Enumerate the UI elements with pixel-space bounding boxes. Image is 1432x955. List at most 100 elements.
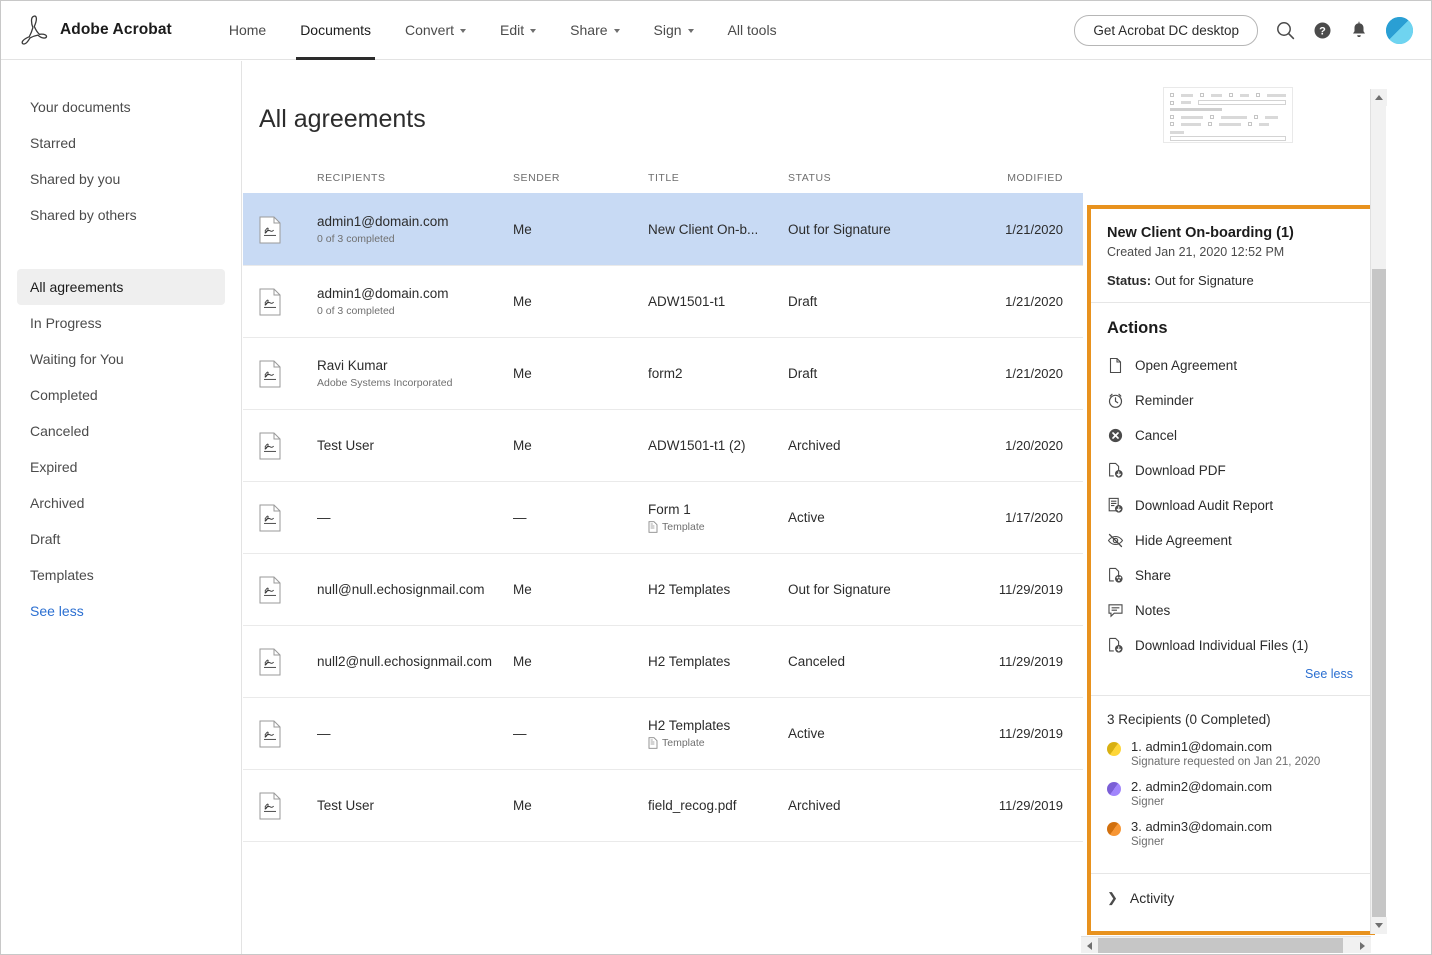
nav-item-all-tools[interactable]: All tools: [711, 1, 794, 60]
row-doc-icon-cell: [259, 360, 317, 388]
row-doc-icon-cell: [259, 504, 317, 532]
action-label: Hide Agreement: [1135, 533, 1232, 548]
notifications-icon[interactable]: [1350, 21, 1368, 40]
action-share[interactable]: Share: [1107, 558, 1355, 593]
actions-see-less-link[interactable]: See less: [1107, 667, 1355, 681]
sidebar-item-canceled[interactable]: Canceled: [17, 413, 225, 449]
nav-item-convert[interactable]: Convert: [388, 1, 483, 60]
horizontal-scrollbar[interactable]: [1081, 936, 1371, 953]
recipient-subtext: Adobe Systems Incorporated: [317, 377, 453, 389]
nav-item-documents[interactable]: Documents: [283, 1, 388, 60]
row-title-cell: ADW1501-t1 (2): [648, 438, 788, 453]
nav-item-home[interactable]: Home: [212, 1, 283, 60]
chevron-down-icon: [530, 29, 537, 33]
recipient-item[interactable]: 2. admin2@domain.com Signer: [1107, 779, 1355, 808]
sidebar-item-label: Completed: [30, 387, 98, 403]
sidebar-item-shared-by-others[interactable]: Shared by others: [17, 197, 225, 233]
activity-section-toggle[interactable]: ❯ Activity: [1091, 873, 1371, 922]
nav-label: Edit: [500, 22, 525, 38]
help-icon[interactable]: ?: [1313, 21, 1332, 40]
vertical-scrollbar-thumb[interactable]: [1372, 269, 1386, 924]
template-icon: [648, 521, 658, 533]
table-row[interactable]: — — H2 Templates Template Active 11/29/2…: [243, 697, 1083, 769]
table-row[interactable]: Test User Me ADW1501-t1 (2) Archived 1/2…: [243, 409, 1083, 481]
scroll-up-button[interactable]: [1371, 89, 1387, 106]
action-download-pdf[interactable]: Download PDF: [1107, 453, 1355, 488]
action-notes[interactable]: Notes: [1107, 593, 1355, 628]
column-header-status[interactable]: STATUS: [788, 172, 964, 184]
recipient-name: 1. admin1@domain.com: [1131, 739, 1273, 754]
sidebar-item-waiting-for-you[interactable]: Waiting for You: [17, 341, 225, 377]
get-acrobat-desktop-button[interactable]: Get Acrobat DC desktop: [1074, 14, 1258, 46]
user-avatar[interactable]: [1386, 16, 1413, 44]
row-recipients-cell: —: [317, 510, 513, 525]
row-title-cell: H2 Templates Template: [648, 718, 788, 749]
recipient-name: 3. admin3@domain.com: [1131, 819, 1273, 834]
agreement-title-text: ADW1501-t1 (2): [648, 438, 746, 453]
signed-document-icon: [259, 360, 281, 387]
table-row[interactable]: — — Form 1 Template Active 1/17/2020: [243, 481, 1083, 553]
row-doc-icon-cell: [259, 216, 317, 244]
sidebar-item-templates[interactable]: Templates: [17, 557, 225, 593]
sidebar-item-label: Draft: [30, 531, 61, 547]
horizontal-scrollbar-thumb[interactable]: [1098, 938, 1343, 953]
triangle-left-icon: [1087, 941, 1092, 950]
agreement-title-text: form2: [648, 366, 683, 381]
sidebar-item-your-documents[interactable]: Your documents: [17, 89, 225, 125]
action-download-audit-report[interactable]: Download Audit Report: [1107, 488, 1355, 523]
sidebar-item-in-progress[interactable]: In Progress: [17, 305, 225, 341]
sidebar-item-archived[interactable]: Archived: [17, 485, 225, 521]
search-icon[interactable]: [1276, 21, 1295, 40]
column-header-modified[interactable]: MODIFIED: [964, 172, 1069, 184]
nav-item-share[interactable]: Share: [553, 1, 636, 60]
action-cancel[interactable]: Cancel: [1107, 418, 1355, 453]
table-row[interactable]: admin1@domain.com 0 of 3 completed Me Ne…: [243, 193, 1083, 265]
table-row[interactable]: Test User Me field_recog.pdf Archived 11…: [243, 769, 1083, 841]
recipients-list: 1. admin1@domain.com Signature requested…: [1107, 739, 1355, 848]
scroll-down-button[interactable]: [1371, 917, 1387, 934]
table-row[interactable]: null@null.echosignmail.com Me H2 Templat…: [243, 553, 1083, 625]
column-header-sender[interactable]: SENDER: [513, 172, 648, 184]
sidebar-item-draft[interactable]: Draft: [17, 521, 225, 557]
vertical-scrollbar[interactable]: [1370, 89, 1387, 934]
column-header-recipients[interactable]: RECIPIENTS: [317, 172, 513, 184]
thumb-checkbox: [1210, 115, 1214, 119]
signed-document-icon: [259, 720, 281, 747]
sidebar-item-label: In Progress: [30, 315, 102, 331]
brand[interactable]: Adobe Acrobat: [19, 14, 172, 46]
recipient-item[interactable]: 1. admin1@domain.com Signature requested…: [1107, 739, 1355, 768]
action-open-agreement[interactable]: Open Agreement: [1107, 348, 1355, 383]
table-row[interactable]: null2@null.echosignmail.com Me H2 Templa…: [243, 625, 1083, 697]
nav-item-edit[interactable]: Edit: [483, 1, 553, 60]
agreement-details-panel: New Client On-boarding (1) Created Jan 2…: [1087, 205, 1375, 935]
nav-item-sign[interactable]: Sign: [637, 1, 711, 60]
recipient-name: Ravi Kumar: [317, 358, 388, 373]
sidebar-item-all-agreements[interactable]: All agreements: [17, 269, 225, 305]
eye-slash-icon: [1107, 533, 1124, 548]
recipient-item[interactable]: 3. admin3@domain.com Signer: [1107, 819, 1355, 848]
sidebar-see-less-link[interactable]: See less: [17, 593, 225, 629]
recipient-name: admin1@domain.com: [317, 286, 449, 301]
table-row[interactable]: Ravi Kumar Adobe Systems Incorporated Me…: [243, 337, 1083, 409]
recipient-status: Signature requested on Jan 21, 2020: [1131, 756, 1321, 768]
table-row[interactable]: admin1@domain.com 0 of 3 completed Me AD…: [243, 265, 1083, 337]
action-reminder[interactable]: Reminder: [1107, 383, 1355, 418]
sidebar-item-starred[interactable]: Starred: [17, 125, 225, 161]
signed-document-icon: [259, 792, 281, 819]
scroll-left-button[interactable]: [1081, 937, 1098, 954]
status-value: Out for Signature: [1154, 273, 1254, 288]
row-status-cell: Canceled: [788, 654, 846, 669]
action-download-individual-files[interactable]: Download Individual Files (1): [1107, 628, 1355, 663]
scroll-right-button[interactable]: [1354, 937, 1371, 954]
top-navigation-bar: Adobe Acrobat Home Documents Convert Edi…: [1, 1, 1431, 60]
sidebar-item-completed[interactable]: Completed: [17, 377, 225, 413]
nav-label: Convert: [405, 22, 455, 38]
row-doc-icon-cell: [259, 432, 317, 460]
column-header-title[interactable]: TITLE: [648, 172, 788, 184]
action-hide-agreement[interactable]: Hide Agreement: [1107, 523, 1355, 558]
thumb-checkbox: [1170, 93, 1174, 97]
nav-label: Home: [228, 22, 267, 38]
row-modified-cell: 1/21/2020: [1005, 294, 1063, 309]
sidebar-item-expired[interactable]: Expired: [17, 449, 225, 485]
sidebar-item-shared-by-you[interactable]: Shared by you: [17, 161, 225, 197]
